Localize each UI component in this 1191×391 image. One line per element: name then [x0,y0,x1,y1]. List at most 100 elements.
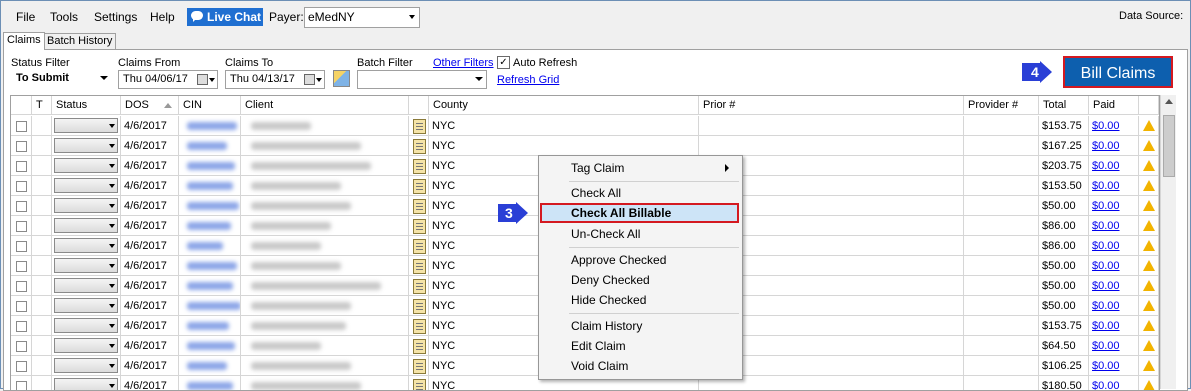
warning-icon[interactable] [1143,280,1155,291]
menu-settings[interactable]: Settings [94,10,137,24]
warning-icon[interactable] [1143,300,1155,311]
notes-icon[interactable] [413,339,426,354]
notes-icon[interactable] [413,359,426,374]
row-status-select[interactable] [54,178,118,193]
notes-icon[interactable] [413,139,426,154]
tab-batch-history[interactable]: Batch History [43,33,117,49]
warning-icon[interactable] [1143,340,1155,351]
row-checkbox[interactable] [16,321,27,332]
date-grid-icon[interactable] [333,70,350,87]
payer-select[interactable]: eMedNY [304,7,420,28]
row-paid-link[interactable]: $0.00 [1092,260,1120,272]
menu-file[interactable]: File [16,10,35,24]
warning-icon[interactable] [1143,360,1155,371]
tab-claims[interactable]: Claims [3,32,45,50]
row-paid-link[interactable]: $0.00 [1092,340,1120,352]
batch-filter-select[interactable] [357,70,487,89]
status-filter-select[interactable]: To Submit [11,70,111,87]
row-paid-link[interactable]: $0.00 [1092,360,1120,372]
row-status-select[interactable] [54,138,118,153]
row-checkbox[interactable] [16,261,27,272]
row-checkbox[interactable] [16,141,27,152]
menu-check-all[interactable]: Check All [540,183,739,203]
header-provider[interactable]: Provider # [964,96,1039,115]
bill-claims-button[interactable]: Bill Claims [1063,56,1173,88]
menu-void-claim[interactable]: Void Claim [540,356,739,376]
row-status-select[interactable] [54,118,118,133]
row-checkbox[interactable] [16,181,27,192]
table-row[interactable]: 4/6/2017 NYC $153.75 $0.00 [11,116,1159,136]
row-checkbox[interactable] [16,361,27,372]
claims-to-picker[interactable]: Thu 04/13/17 [225,70,325,89]
row-paid-link[interactable]: $0.00 [1092,220,1120,232]
notes-icon[interactable] [413,379,426,390]
row-checkbox[interactable] [16,161,27,172]
header-cin[interactable]: CIN [179,96,241,115]
menu-claim-history[interactable]: Claim History [540,316,739,336]
row-status-select[interactable] [54,258,118,273]
warning-icon[interactable] [1143,220,1155,231]
menu-check-all-billable[interactable]: Check All Billable [540,203,739,223]
row-status-select[interactable] [54,298,118,313]
warning-icon[interactable] [1143,260,1155,271]
notes-icon[interactable] [413,179,426,194]
scroll-thumb[interactable] [1163,115,1175,177]
menu-hide-checked[interactable]: Hide Checked [540,290,739,310]
menu-deny-checked[interactable]: Deny Checked [540,270,739,290]
row-status-select[interactable] [54,358,118,373]
warning-icon[interactable] [1143,120,1155,131]
menu-approve-checked[interactable]: Approve Checked [540,250,739,270]
claims-from-picker[interactable]: Thu 04/06/17 [118,70,218,89]
warning-icon[interactable] [1143,160,1155,171]
row-status-select[interactable] [54,218,118,233]
row-checkbox[interactable] [16,221,27,232]
notes-icon[interactable] [413,199,426,214]
row-checkbox[interactable] [16,281,27,292]
header-t[interactable]: T [32,96,52,115]
notes-icon[interactable] [413,219,426,234]
vertical-scrollbar[interactable] [1160,95,1176,389]
notes-icon[interactable] [413,299,426,314]
row-paid-link[interactable]: $0.00 [1092,120,1120,132]
header-prior[interactable]: Prior # [699,96,964,115]
auto-refresh-checkbox[interactable]: ✓ [497,56,510,69]
row-paid-link[interactable]: $0.00 [1092,240,1120,252]
notes-icon[interactable] [413,319,426,334]
warning-icon[interactable] [1143,180,1155,191]
row-status-select[interactable] [54,198,118,213]
live-chat-button[interactable]: Live Chat [187,8,263,26]
row-checkbox[interactable] [16,121,27,132]
header-dos[interactable]: DOS [121,96,179,115]
warning-icon[interactable] [1143,200,1155,211]
row-paid-link[interactable]: $0.00 [1092,140,1120,152]
header-client[interactable]: Client [241,96,409,115]
row-checkbox[interactable] [16,381,27,390]
row-checkbox[interactable] [16,301,27,312]
scroll-up-icon[interactable] [1165,99,1173,104]
notes-icon[interactable] [413,159,426,174]
row-paid-link[interactable]: $0.00 [1092,280,1120,292]
row-paid-link[interactable]: $0.00 [1092,320,1120,332]
refresh-grid-link[interactable]: Refresh Grid [497,74,559,86]
row-checkbox[interactable] [16,201,27,212]
notes-icon[interactable] [413,259,426,274]
header-county[interactable]: County [429,96,699,115]
row-checkbox[interactable] [16,341,27,352]
row-paid-link[interactable]: $0.00 [1092,380,1120,390]
table-row[interactable]: 4/6/2017 NYC $167.25 $0.00 [11,136,1159,156]
row-status-select[interactable] [54,318,118,333]
menu-tag-claim[interactable]: Tag Claim [540,158,739,178]
row-checkbox[interactable] [16,241,27,252]
notes-icon[interactable] [413,119,426,134]
header-total[interactable]: Total [1039,96,1089,115]
row-status-select[interactable] [54,378,118,390]
menu-tools[interactable]: Tools [50,10,78,24]
row-status-select[interactable] [54,158,118,173]
warning-icon[interactable] [1143,140,1155,151]
menu-edit-claim[interactable]: Edit Claim [540,336,739,356]
row-status-select[interactable] [54,238,118,253]
notes-icon[interactable] [413,279,426,294]
header-paid[interactable]: Paid [1089,96,1139,115]
row-status-select[interactable] [54,338,118,353]
other-filters-link[interactable]: Other Filters [433,57,494,69]
